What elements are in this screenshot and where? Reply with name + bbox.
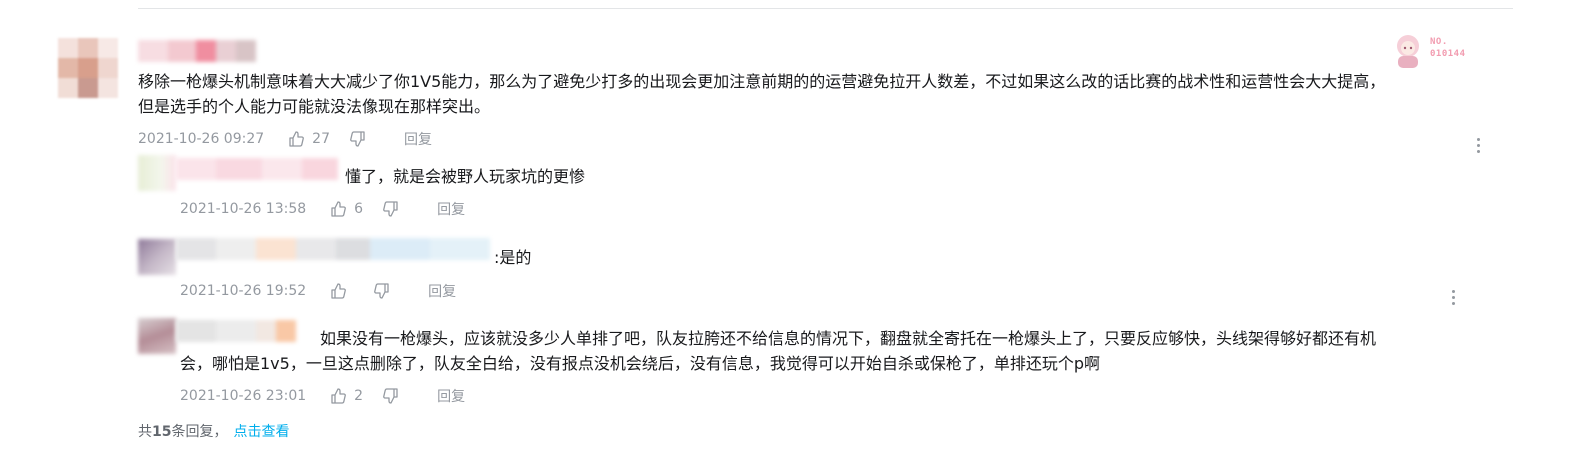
thumbs-up-icon: [331, 388, 347, 404]
dislike-button[interactable]: [383, 388, 399, 404]
reply-meta: 2021-10-26 13:58 6 回复: [180, 198, 465, 220]
fan-badge: NO. 010144: [1388, 30, 1478, 70]
reply-button[interactable]: 回复: [437, 386, 465, 406]
reply-button[interactable]: 回复: [404, 129, 432, 149]
footer-prefix: 共: [138, 424, 152, 440]
comment-text: 移除一枪爆头机制意味着大大减少了你1V5能力，那么为了避免少打多的出现会更加注意…: [138, 72, 1386, 116]
timestamp: 2021-10-26 09:27: [138, 131, 265, 147]
reply-text: 如果没有一枪爆头，应该就没多少人单排了吧，队友拉胯还不给信息的情况下，翻盘就全寄…: [320, 329, 1377, 348]
reply-count-footer: 共15条回复， 点击查看: [138, 421, 289, 441]
like-count: 6: [354, 201, 364, 217]
reply-button[interactable]: 回复: [437, 199, 465, 219]
like-button[interactable]: 27: [288, 131, 330, 147]
reply-meta: 2021-10-26 19:52 回复: [180, 280, 456, 302]
thumbs-up-icon: [331, 283, 347, 299]
username[interactable]: [176, 158, 338, 180]
thumbs-down-icon: [383, 201, 398, 217]
badge-number: NO. 010144: [1430, 37, 1466, 59]
reply-text: 懂了，就是会被野人玩家坑的更惨: [345, 167, 586, 186]
avatar[interactable]: [58, 38, 118, 98]
more-vertical-icon[interactable]: [1477, 138, 1481, 156]
username[interactable]: [176, 320, 296, 342]
more-vertical-icon[interactable]: [1452, 290, 1456, 308]
thumbs-down-icon: [383, 388, 398, 404]
thumbs-up-icon: [289, 131, 305, 147]
like-button[interactable]: 2: [330, 388, 363, 404]
like-button[interactable]: [330, 283, 354, 299]
timestamp: 2021-10-26 13:58: [180, 201, 307, 217]
reply-button[interactable]: 回复: [428, 281, 456, 301]
like-button[interactable]: 6: [330, 201, 363, 217]
like-count: 27: [312, 131, 330, 147]
avatar[interactable]: [138, 155, 176, 191]
view-replies-link[interactable]: 点击查看: [233, 424, 289, 440]
username[interactable]: [138, 40, 256, 62]
footer-suffix: 条回复，: [171, 424, 228, 440]
thumbs-down-icon: [374, 283, 389, 299]
timestamp: 2021-10-26 19:52: [180, 283, 307, 299]
dislike-button[interactable]: [383, 201, 399, 217]
reply-meta: 2021-10-26 23:01 2 回复: [180, 385, 465, 407]
top-divider: [138, 8, 1513, 9]
reply-text: :是的: [494, 248, 532, 267]
dislike-button[interactable]: [374, 283, 390, 299]
comment-meta: 2021-10-26 09:27 27 回复: [138, 128, 432, 150]
thumbs-up-icon: [331, 201, 347, 217]
anime-character-icon: [1397, 35, 1419, 68]
timestamp: 2021-10-26 23:01: [180, 388, 307, 404]
thumbs-down-icon: [350, 131, 365, 147]
like-count: 2: [354, 388, 364, 404]
avatar[interactable]: [138, 239, 176, 275]
reply-text-continued: 会，哪怕是1v5，一旦这点删除了，队友全白给，没有报点没机会绕后，没有信息，我觉…: [180, 354, 1100, 373]
avatar[interactable]: [138, 318, 176, 354]
reply-count: 15: [152, 424, 172, 440]
username[interactable]: [176, 238, 490, 260]
dislike-button[interactable]: [350, 131, 366, 147]
